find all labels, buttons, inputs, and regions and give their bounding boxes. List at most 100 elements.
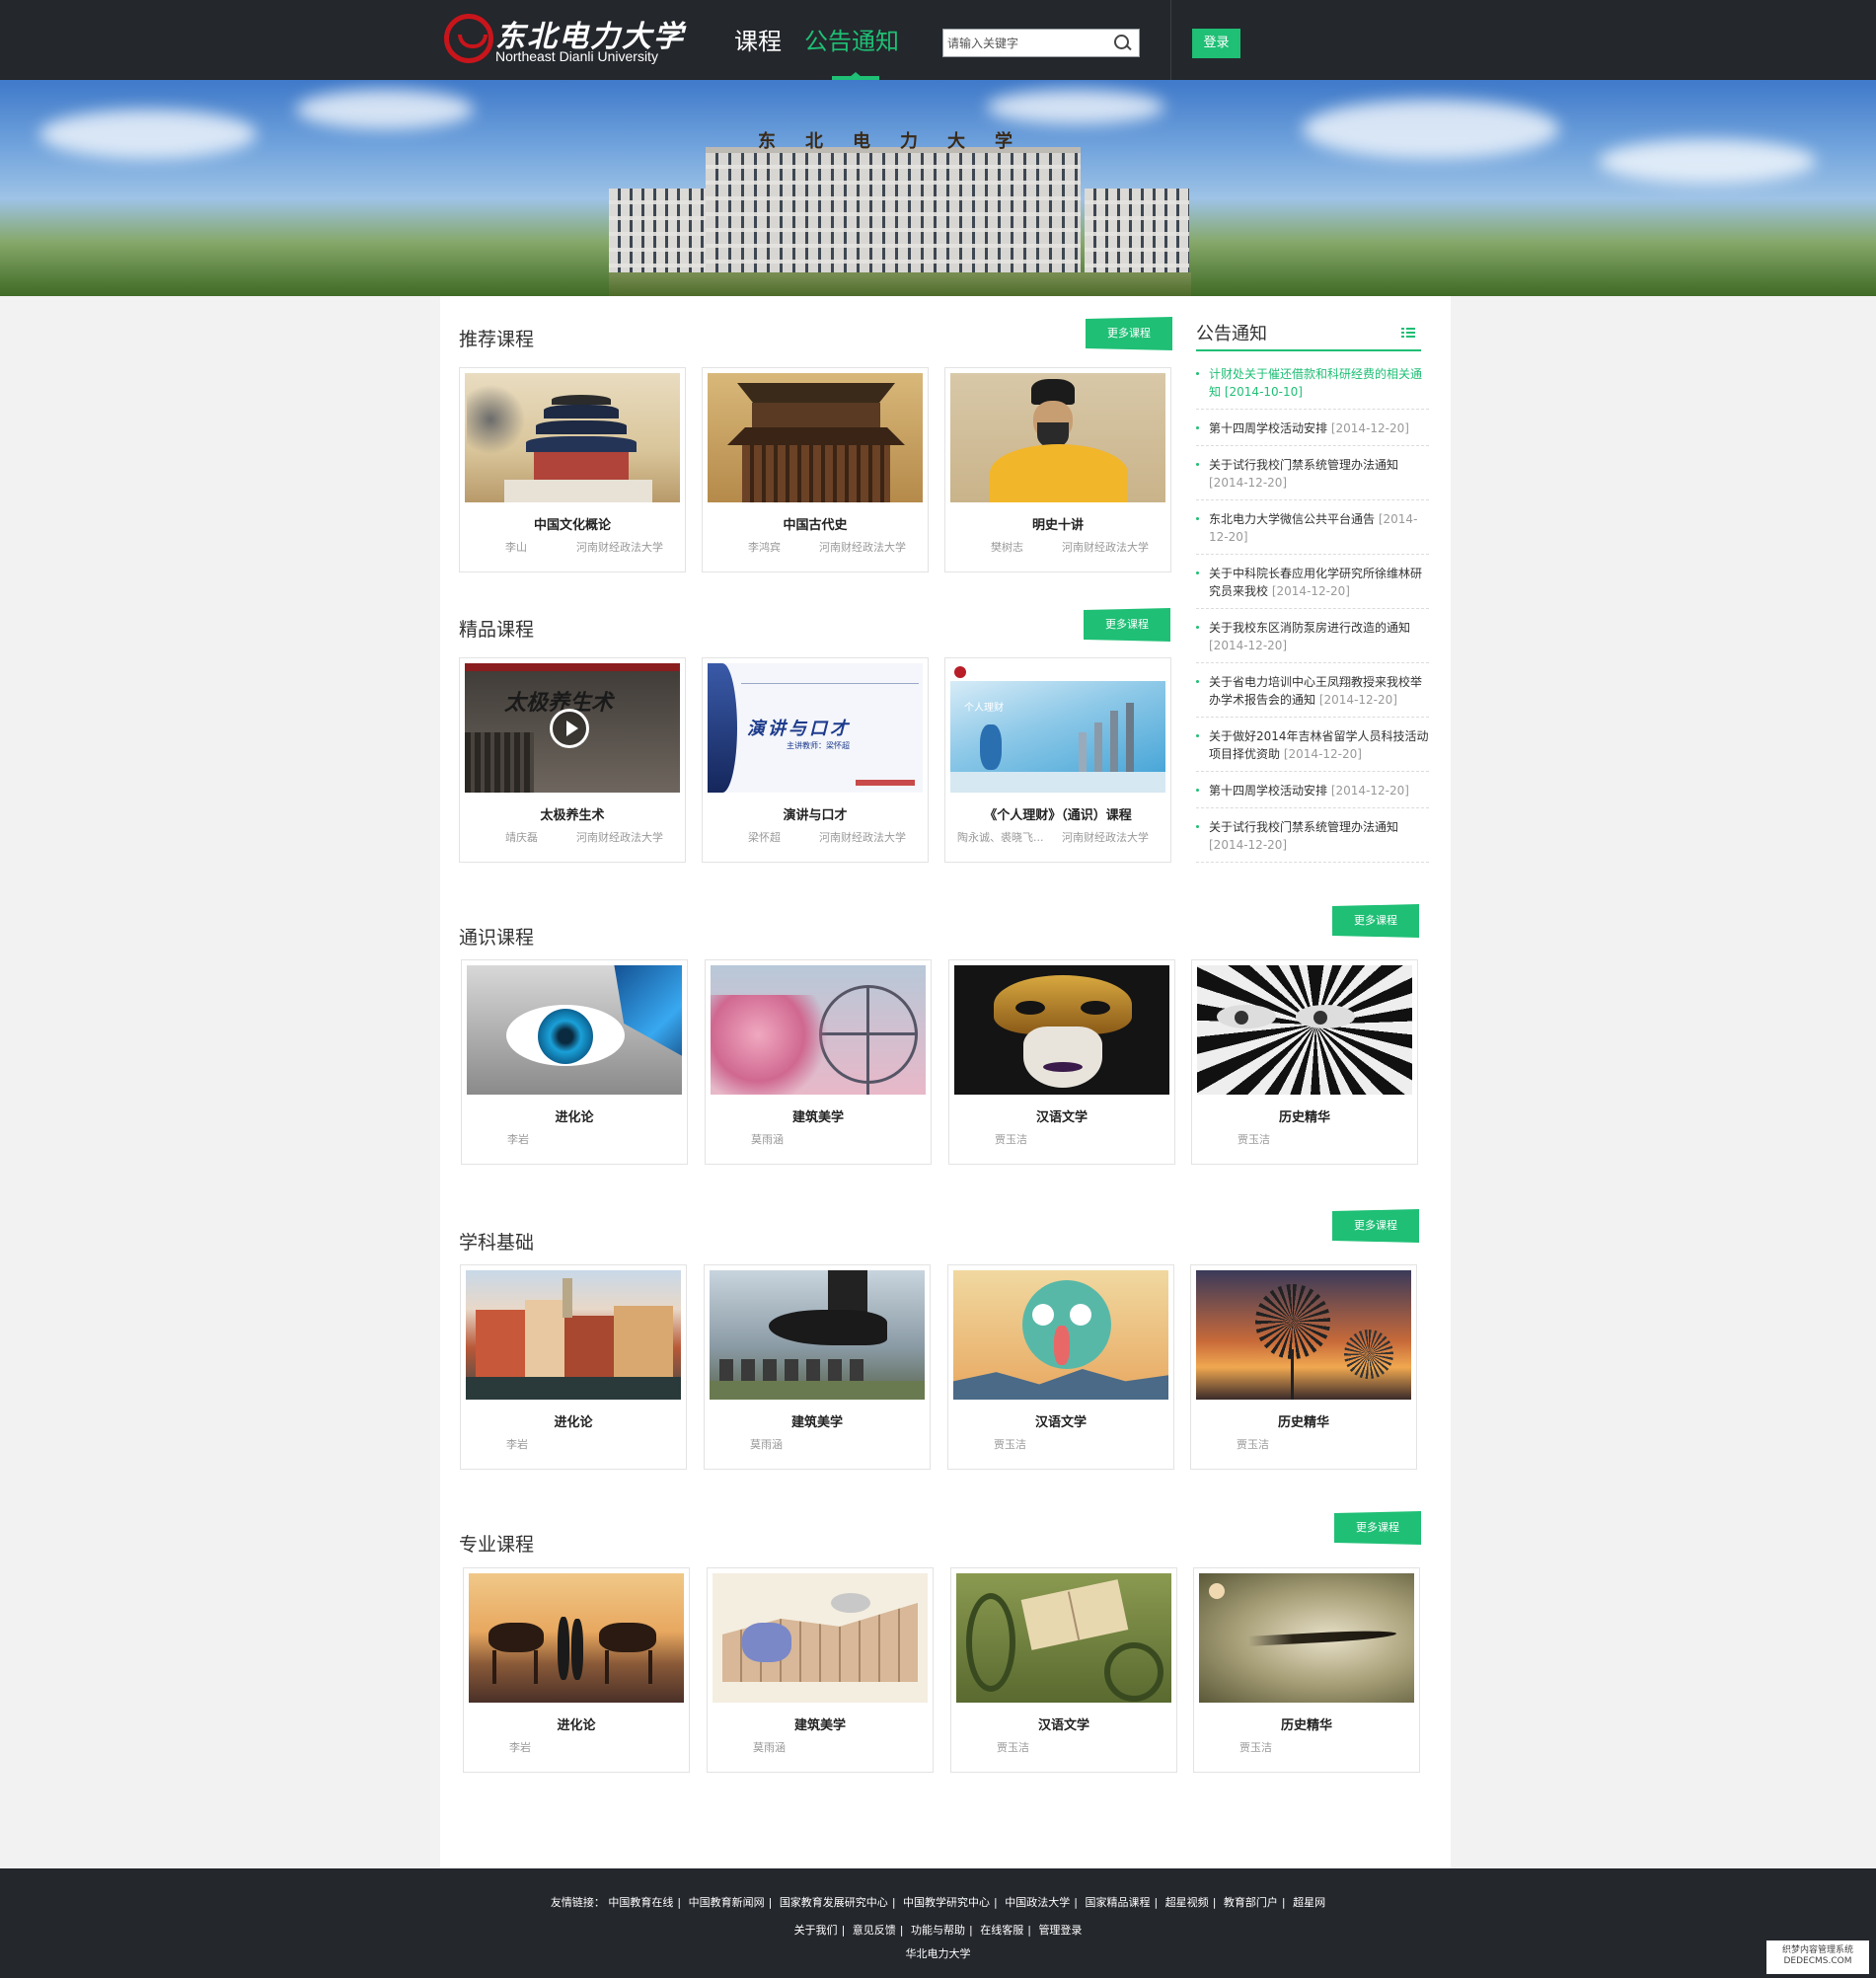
course-card[interactable]: 建筑美学 莫雨涵 [707, 1567, 934, 1773]
footer-link[interactable]: 超星网 [1293, 1896, 1325, 1909]
course-card[interactable]: 建筑美学 莫雨涵 [705, 959, 932, 1165]
link-separator: | [1074, 1896, 1078, 1909]
course-name: 中国古代史 [783, 518, 848, 533]
course-card[interactable]: 太极养生术 太极养生术 靖庆磊 河南财经政法大学 [459, 657, 686, 863]
course-card[interactable]: 历史精华 贾玉洁 [1191, 959, 1418, 1165]
course-card[interactable]: 中国古代史 李鸿宾 河南财经政法大学 [702, 367, 929, 572]
course-teacher: 贾玉洁 [997, 1741, 1029, 1754]
university-logo[interactable]: 东北电力大学 Northeast Dianli University [444, 12, 683, 67]
course-school: 河南财经政法大学 [819, 541, 906, 554]
course-card[interactable]: 个人理财 《个人理财》（通识）课程 陶永诚、裘晓飞... 河南财经政法大学 [944, 657, 1171, 863]
thumbnail-title: 个人理财 [964, 703, 1004, 714]
notice-date: [2014-12-20] [1209, 838, 1288, 852]
footer-link-about[interactable]: 关于我们 [794, 1924, 838, 1937]
footer-link[interactable]: 教育部门户 [1224, 1896, 1278, 1909]
course-teacher: 靖庆磊 [505, 831, 538, 844]
search-icon[interactable] [1113, 34, 1133, 53]
footer-link[interactable]: 中国教育在线 [608, 1896, 673, 1909]
course-card[interactable]: 历史精华 贾玉洁 [1190, 1264, 1417, 1470]
search-box [942, 29, 1140, 57]
more-courses-button[interactable]: 更多课程 [1084, 608, 1170, 642]
course-thumbnail [954, 965, 1169, 1095]
more-courses-button[interactable]: 更多课程 [1086, 317, 1172, 350]
course-card[interactable]: 明史十讲 樊树志 河南财经政法大学 [944, 367, 1171, 572]
notice-item[interactable]: 第十四周学校活动安排 [2014-12-20] [1196, 780, 1429, 808]
notice-item[interactable]: 计财处关于催还借款和科研经费的相关通知 [2014-10-10] [1196, 363, 1429, 410]
course-card[interactable]: 进化论 李岩 [461, 959, 688, 1165]
nav-courses[interactable]: 课程 [734, 22, 782, 56]
section-title-basics: 学科基础 [459, 1232, 535, 1254]
footer-link-admin-login[interactable]: 管理登录 [1038, 1924, 1082, 1937]
notice-item[interactable]: 东北电力大学微信公共平台通告 [2014-12-20] [1196, 508, 1429, 555]
notice-text: 关于我校东区消防泵房进行改造的通知 [1209, 621, 1411, 635]
notice-item[interactable]: 第十四周学校活动安排 [2014-12-20] [1196, 418, 1429, 446]
footer-link[interactable]: 国家教育发展研究中心 [780, 1896, 888, 1909]
notice-text: 东北电力大学微信公共平台通告 [1209, 512, 1376, 526]
campus-banner: 东北电力大学 [0, 80, 1876, 296]
course-teacher: 李岩 [509, 1741, 531, 1754]
login-button[interactable]: 登录 [1192, 29, 1240, 58]
section-title-recommended: 推荐课程 [459, 329, 535, 350]
course-teacher: 莫雨涵 [751, 1133, 784, 1146]
link-separator: | [1027, 1924, 1031, 1937]
course-card[interactable]: 历史精华 贾玉洁 [1193, 1567, 1420, 1773]
search-input[interactable] [943, 30, 1101, 56]
course-name: 演讲与口才 [783, 808, 848, 823]
footer-link-feedback[interactable]: 意见反馈 [853, 1924, 896, 1937]
list-icon[interactable] [1401, 328, 1415, 340]
notice-item[interactable]: 关于试行我校门禁系统管理办法通知 [2014-12-20] [1196, 816, 1429, 863]
course-thumbnail [467, 965, 682, 1095]
course-thumbnail [710, 1270, 925, 1400]
course-school: 河南财经政法大学 [1062, 831, 1149, 844]
course-card[interactable]: 中国文化概论 李山 河南财经政法大学 [459, 367, 686, 572]
watermark-line: 织梦内容管理系统 [1781, 1945, 1853, 1955]
course-card[interactable]: 演讲与口才 主讲教师：梁怀超 演讲与口才 梁怀超 河南财经政法大学 [702, 657, 929, 863]
play-icon[interactable] [550, 709, 589, 748]
footer-link[interactable]: 超星视频 [1165, 1896, 1209, 1909]
notice-item[interactable]: 关于做好2014年吉林省留学人员科技活动项目择优资助 [2014-12-20] [1196, 725, 1429, 772]
link-separator: | [1212, 1896, 1217, 1909]
building-lawn [609, 272, 1191, 296]
course-teacher: 梁怀超 [748, 831, 781, 844]
footer-link-support[interactable]: 在线客服 [980, 1924, 1023, 1937]
more-courses-button[interactable]: 更多课程 [1334, 1511, 1421, 1545]
course-name: 历史精华 [1278, 1110, 1330, 1125]
course-teacher: 莫雨涵 [753, 1741, 786, 1754]
notice-date: [2014-12-20] [1318, 693, 1397, 707]
course-card[interactable]: 汉语文学 贾玉洁 [948, 959, 1175, 1165]
more-courses-button[interactable]: 更多课程 [1332, 1209, 1419, 1243]
course-card[interactable]: 汉语文学 贾玉洁 [947, 1264, 1174, 1470]
footer-link[interactable]: 国家精品课程 [1085, 1896, 1150, 1909]
course-thumbnail [466, 1270, 681, 1400]
notice-item[interactable]: 关于试行我校门禁系统管理办法通知 [2014-12-20] [1196, 454, 1429, 500]
course-card[interactable]: 进化论 李岩 [463, 1567, 690, 1773]
footer-link[interactable]: 中国教育新闻网 [689, 1896, 765, 1909]
footer-link-help[interactable]: 功能与帮助 [911, 1924, 965, 1937]
footer-link[interactable]: 中国教学研究中心 [903, 1896, 990, 1909]
notice-date: [2014-12-20] [1271, 584, 1350, 598]
course-card[interactable]: 汉语文学 贾玉洁 [950, 1567, 1177, 1773]
course-thumbnail [465, 373, 680, 502]
notice-item[interactable]: 关于中科院长春应用化学研究所徐维林研究员来我校 [2014-12-20] [1196, 563, 1429, 609]
notice-item[interactable]: 关于省电力培训中心王凤翔教授来我校举办学术报告会的通知 [2014-12-20] [1196, 671, 1429, 718]
course-thumbnail [1197, 965, 1412, 1095]
course-name: 建筑美学 [791, 1110, 844, 1125]
campus-building-image: 东北电力大学 [609, 119, 1191, 296]
footer-site-links: 关于我们 | 意见反馈 | 功能与帮助 | 在线客服 | 管理登录 [0, 1922, 1876, 1938]
course-teacher: 李岩 [506, 1438, 528, 1451]
course-card[interactable]: 建筑美学 莫雨涵 [704, 1264, 931, 1470]
link-separator: | [841, 1924, 846, 1937]
notice-text: 关于试行我校门禁系统管理办法通知 [1209, 820, 1399, 834]
footer-link[interactable]: 中国政法大学 [1005, 1896, 1070, 1909]
notice-date: [2014-12-20] [1209, 639, 1288, 652]
more-courses-button[interactable]: 更多课程 [1332, 904, 1419, 938]
header-divider [1170, 0, 1171, 80]
section-title-general: 通识课程 [459, 927, 535, 949]
link-separator: | [891, 1896, 896, 1909]
notice-text: 第十四周学校活动安排 [1209, 784, 1328, 798]
course-name: 进化论 [555, 1110, 594, 1125]
nav-notices[interactable]: 公告通知 [804, 22, 899, 56]
notice-item[interactable]: 关于我校东区消防泵房进行改造的通知 [2014-12-20] [1196, 617, 1429, 663]
building-main [706, 147, 1081, 275]
course-card[interactable]: 进化论 李岩 [460, 1264, 687, 1470]
